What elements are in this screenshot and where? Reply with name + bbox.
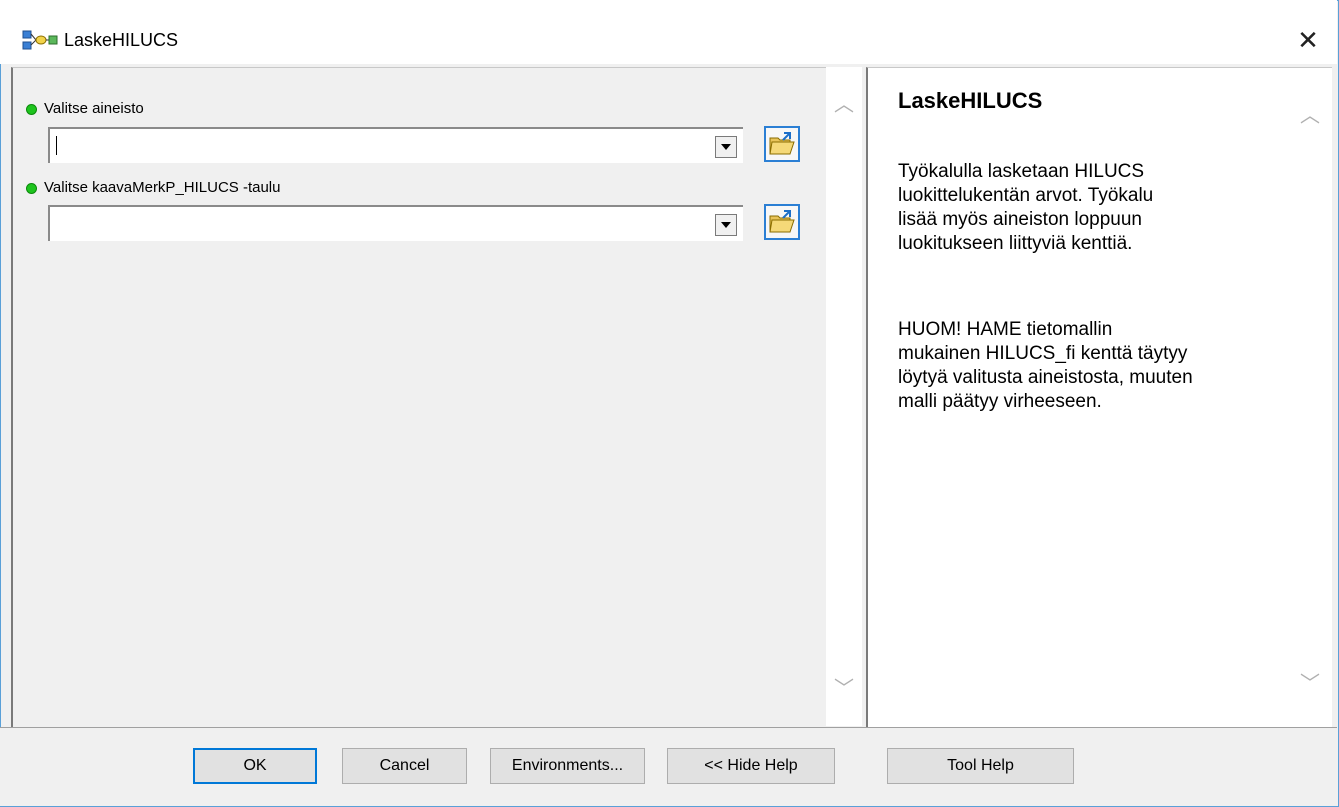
help-scroll-up-icon[interactable]: ︿ [1292,98,1328,134]
parameters-pane [11,67,861,727]
hide-help-button[interactable]: << Hide Help [667,748,835,784]
browse-table-button[interactable] [764,204,800,240]
model-tool-icon [22,30,58,50]
chevron-down-icon [721,144,731,150]
browse-dataset-button[interactable] [764,126,800,162]
window-title: LaskeHILUCS [64,30,179,50]
close-icon: ✕ [1297,25,1319,55]
environments-button[interactable]: Environments... [490,748,645,784]
open-folder-icon [769,132,795,155]
help-title: LaskeHILUCS [898,88,1043,113]
close-button[interactable]: ✕ [1291,24,1325,56]
title-bar: LaskeHILUCS ✕ [0,0,1337,64]
cancel-button[interactable]: Cancel [342,748,467,784]
input-dataset-combobox[interactable] [48,127,743,163]
required-parameter-icon [26,104,37,115]
scroll-down-icon[interactable]: ﹀ [826,671,862,707]
chevron-down-icon [721,222,731,228]
open-folder-icon [769,210,795,233]
hilucs-table-combobox[interactable] [48,205,743,241]
text-caret [56,136,57,155]
help-warning: HUOM! HAME tietomallin mukainen HILUCS_f… [898,319,1193,412]
parameter-label-aineisto: Valitse aineisto [44,100,144,117]
parameters-scrollbar[interactable]: ︿ ﹀ [826,67,862,726]
scroll-up-icon[interactable]: ︿ [826,87,862,123]
help-description: Työkalulla lasketaan HILUCS luokitteluke… [898,161,1154,254]
dropdown-button[interactable] [715,214,737,236]
help-scroll-down-icon[interactable]: ﹀ [1292,666,1328,702]
tool-help-button[interactable]: Tool Help [887,748,1074,784]
required-parameter-icon [26,183,37,194]
parameter-label-taulu: Valitse kaavaMerkP_HILUCS -taulu [44,179,281,196]
dropdown-button[interactable] [715,136,737,158]
ok-button[interactable]: OK [193,748,317,784]
